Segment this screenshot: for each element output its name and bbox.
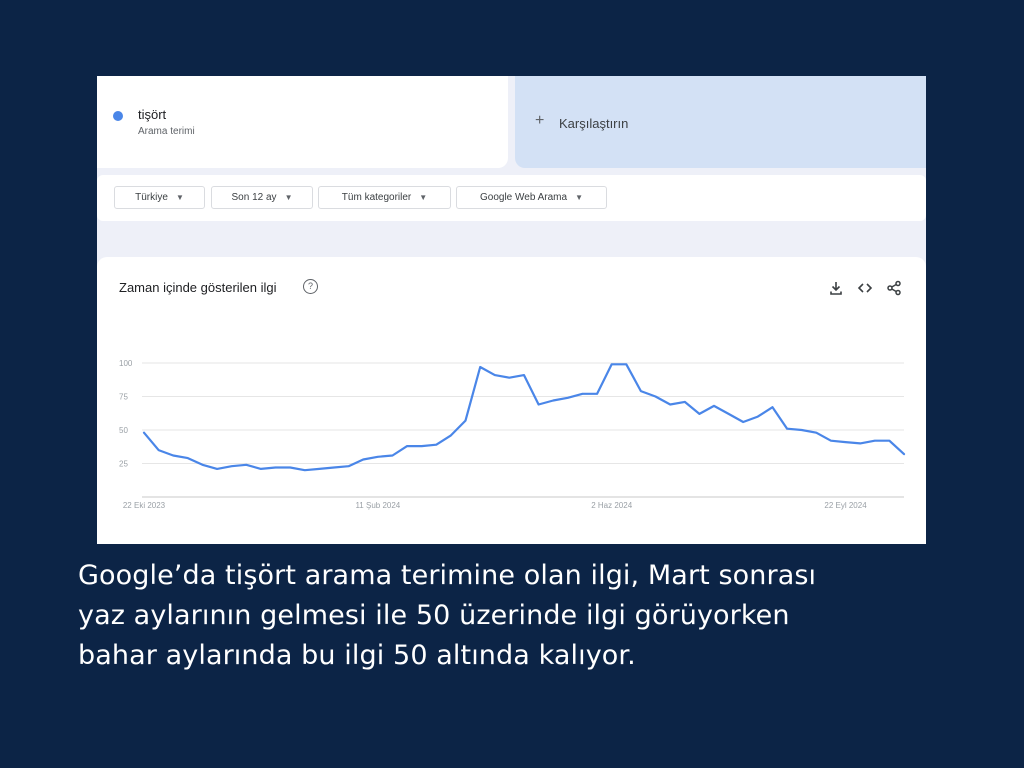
- caption-line: Google’da tişört arama terimine olan ilg…: [78, 560, 817, 591]
- search-term-name: tişört: [138, 107, 167, 122]
- caption-line: bahar aylarında bu ilgi 50 altında kalıy…: [78, 640, 636, 671]
- compare-button[interactable]: + Karşılaştırın: [515, 76, 926, 168]
- dropdown-arrow-icon: ▼: [575, 193, 583, 202]
- filter-bar: Türkiye ▼ Son 12 ay ▼ Tüm kategoriler ▼ …: [97, 175, 926, 221]
- x-tick-label: 22 Eyl 2024: [824, 501, 867, 510]
- x-tick-label: 2 Haz 2024: [591, 501, 632, 510]
- interest-over-time-card: Zaman içinde gösterilen ilgi ? 25 50 75 100…: [97, 257, 926, 544]
- y-tick-label: 50: [119, 426, 128, 435]
- search-type-filter[interactable]: Google Web Arama ▼: [456, 186, 607, 209]
- series-line: [142, 363, 906, 472]
- time-range-filter-label: Son 12 ay: [231, 192, 277, 203]
- category-filter-label: Tüm kategoriler: [341, 192, 412, 203]
- y-tick-label: 100: [119, 359, 133, 368]
- region-filter-label: Türkiye: [135, 192, 168, 203]
- x-tick-label: 22 Eki 2023: [123, 501, 166, 510]
- line-chart: 25 50 75 100 22 Eki 2023 11 Şub 2024 2 Haz 202…: [119, 359, 906, 510]
- dropdown-arrow-icon: ▼: [419, 193, 428, 202]
- series-color-dot: [113, 111, 123, 121]
- y-tick-label: 25: [119, 460, 128, 469]
- trends-screenshot: tişört Arama terimi + Karşılaştırın Türk…: [97, 76, 926, 544]
- dropdown-arrow-icon: ▼: [284, 193, 293, 202]
- dropdown-arrow-icon: ▼: [175, 193, 184, 202]
- time-range-filter[interactable]: Son 12 ay ▼: [211, 186, 313, 209]
- plus-icon: +: [535, 112, 545, 129]
- region-filter[interactable]: Türkiye ▼: [114, 186, 205, 209]
- caption-text: Google’da tişört arama terimine olan ilg…: [78, 556, 978, 676]
- x-tick-label: 11 Şub 2024: [355, 501, 400, 510]
- search-term-card[interactable]: tişört Arama terimi: [97, 76, 508, 168]
- compare-label: Karşılaştırın: [559, 116, 629, 131]
- category-filter[interactable]: Tüm kategoriler ▼: [318, 186, 451, 209]
- y-tick-label: 75: [119, 393, 128, 402]
- search-term-type: Arama terimi: [138, 126, 195, 137]
- search-type-filter-label: Google Web Arama: [479, 192, 568, 203]
- caption-line: yaz aylarının gelmesi ile 50 üzerinde il…: [78, 600, 790, 631]
